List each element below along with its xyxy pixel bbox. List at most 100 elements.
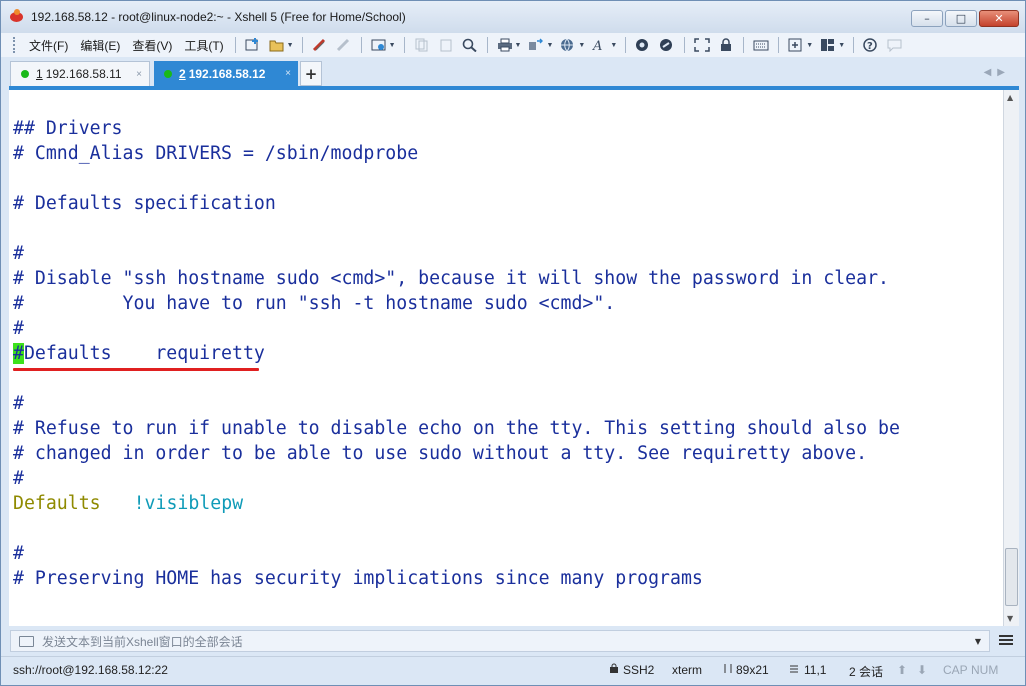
- xftp-icon[interactable]: [634, 37, 652, 53]
- compose-bar: 发送文本到当前Xshell窗口的全部会话 ▼: [1, 628, 1025, 654]
- terminal-line-text: Defaults requiretty: [23, 343, 265, 364]
- window-title: 192.168.58.12 - root@linux-node2:~ - Xsh…: [31, 10, 406, 24]
- properties-icon[interactable]: [370, 37, 388, 53]
- terminal-cursor: #: [13, 343, 24, 364]
- toolbar-separator: [743, 37, 745, 53]
- maximize-button[interactable]: □: [945, 10, 977, 27]
- fullscreen-icon[interactable]: [693, 37, 711, 53]
- status-size-icon: [723, 663, 733, 677]
- menu-edit[interactable]: 编辑(E): [74, 37, 126, 54]
- tab-label: 192.168.58.12: [188, 66, 266, 81]
- session-down-icon[interactable]: ⬇: [917, 663, 927, 677]
- help-icon[interactable]: ?: [862, 37, 880, 53]
- status-terminal-type: xterm: [672, 663, 702, 677]
- terminal-line: # Preserving HOME has security implicati…: [13, 568, 703, 589]
- new-session-icon[interactable]: [244, 37, 262, 53]
- menu-view[interactable]: 查看(V): [126, 37, 178, 54]
- terminal-line: #: [13, 318, 24, 339]
- terminal-line: ## Drivers: [13, 118, 123, 139]
- compose-placeholder: 发送文本到当前Xshell窗口的全部会话: [42, 634, 243, 649]
- terminal-line-defaults: Defaults !visiblepw: [13, 491, 243, 516]
- transfer-dropdown-icon[interactable]: ▼: [546, 42, 553, 49]
- globe-icon[interactable]: [559, 37, 577, 53]
- svg-text:?: ?: [867, 41, 873, 52]
- keyboard-icon[interactable]: [752, 37, 770, 53]
- scroll-up-icon[interactable]: ▲: [1007, 93, 1013, 102]
- tab-close-icon[interactable]: ×: [136, 69, 142, 80]
- new-tab-group-icon[interactable]: [787, 37, 805, 53]
- status-caps: CAP: [943, 663, 968, 677]
- terminal-output[interactable]: ## Drivers # Cmnd_Alias DRIVERS = /sbin/…: [9, 90, 1003, 626]
- toolbar-separator: [684, 37, 686, 53]
- minimize-button[interactable]: –: [911, 10, 943, 27]
- disconnect-icon[interactable]: [311, 37, 329, 53]
- session-tab-bar: 1 192.168.58.11 × 2 192.168.58.12 × + ◀▶: [1, 57, 1025, 87]
- toolbar-separator: [625, 37, 627, 53]
- terminal-line: # Defaults specification: [13, 193, 276, 214]
- font-dropdown-icon[interactable]: ▼: [610, 42, 617, 49]
- print-dropdown-icon[interactable]: ▼: [515, 42, 522, 49]
- layout-dropdown-icon[interactable]: ▼: [838, 42, 845, 49]
- new-tab-button[interactable]: +: [300, 61, 322, 86]
- globe-dropdown-icon[interactable]: ▼: [578, 42, 585, 49]
- properties-dropdown-icon[interactable]: ▼: [389, 42, 396, 49]
- terminal-line: # Disable "ssh hostname sudo <cmd>", bec…: [13, 268, 889, 289]
- status-bar: ssh://root@192.168.58.12:22 SSH2 xterm 8…: [1, 656, 1025, 685]
- compose-dropdown-icon[interactable]: ▼: [975, 637, 981, 646]
- status-connection: ssh://root@192.168.58.12:22: [13, 663, 168, 677]
- scroll-down-icon[interactable]: ▼: [1007, 614, 1013, 623]
- tab-close-icon[interactable]: ×: [285, 68, 291, 79]
- status-sessions: 2 会话: [849, 665, 884, 679]
- terminal-scrollbar[interactable]: ▲ ▼: [1003, 90, 1019, 626]
- status-size: 89x21: [736, 663, 769, 677]
- status-cursor-position: 11,1: [804, 663, 827, 677]
- menu-tools[interactable]: 工具(T): [178, 37, 229, 54]
- session-up-icon[interactable]: ⬆: [897, 663, 907, 677]
- connected-status-icon: [164, 69, 172, 78]
- status-num: NUM: [971, 663, 999, 677]
- chat-icon[interactable]: [886, 37, 904, 53]
- tab-scroll-arrows-icon[interactable]: ◀▶: [984, 67, 1011, 78]
- open-dropdown-icon[interactable]: ▼: [287, 42, 294, 49]
- compose-input[interactable]: 发送文本到当前Xshell窗口的全部会话 ▼: [10, 630, 990, 652]
- lock-icon[interactable]: [717, 37, 735, 53]
- toolbar-separator: [403, 37, 405, 53]
- layout-icon[interactable]: [819, 37, 837, 53]
- status-lock-icon: [609, 663, 619, 677]
- tab-number: 1: [36, 67, 43, 81]
- config-keyword: Defaults: [13, 493, 101, 514]
- new-tab-group-dropdown-icon[interactable]: ▼: [806, 42, 813, 49]
- compose-menu-icon[interactable]: [999, 633, 1013, 647]
- toolbar-separator: [234, 37, 236, 53]
- compose-window-icon: [19, 635, 34, 647]
- toolbar-separator: [301, 37, 303, 53]
- script-icon[interactable]: [658, 37, 676, 53]
- open-folder-icon[interactable]: [268, 37, 286, 53]
- scrollbar-thumb[interactable]: [1005, 548, 1018, 606]
- terminal-line: #: [13, 468, 24, 489]
- tab-session-2[interactable]: 2 192.168.58.12 ×: [154, 61, 298, 86]
- terminal-line-cursor: #Defaults requiretty: [13, 341, 265, 366]
- print-icon[interactable]: [496, 37, 514, 53]
- font-icon[interactable]: A: [591, 37, 609, 53]
- status-cursor-icon: [789, 663, 799, 677]
- reconnect-icon[interactable]: [335, 37, 353, 53]
- search-icon[interactable]: [461, 37, 479, 53]
- toolbar-separator: [853, 37, 855, 53]
- close-window-button[interactable]: ✕: [979, 10, 1019, 27]
- xshell-app-icon: [9, 9, 25, 25]
- tab-label: 192.168.58.11: [45, 67, 122, 81]
- terminal-line: #: [13, 243, 24, 264]
- tab-session-1[interactable]: 1 192.168.58.11 ×: [10, 61, 150, 86]
- transfer-icon[interactable]: [527, 37, 545, 53]
- connected-status-icon: [21, 70, 29, 78]
- terminal-line: #: [13, 543, 24, 564]
- window-controls: – □ ✕: [911, 10, 1019, 27]
- toolbar-grip: [13, 37, 17, 53]
- tab-number: 2: [179, 66, 186, 81]
- toolbar-separator: [778, 37, 780, 53]
- copy-icon[interactable]: [413, 37, 431, 53]
- menu-file[interactable]: 文件(F): [23, 37, 74, 54]
- terminal-line: # Refuse to run if unable to disable ech…: [13, 418, 900, 439]
- paste-icon[interactable]: [437, 37, 455, 53]
